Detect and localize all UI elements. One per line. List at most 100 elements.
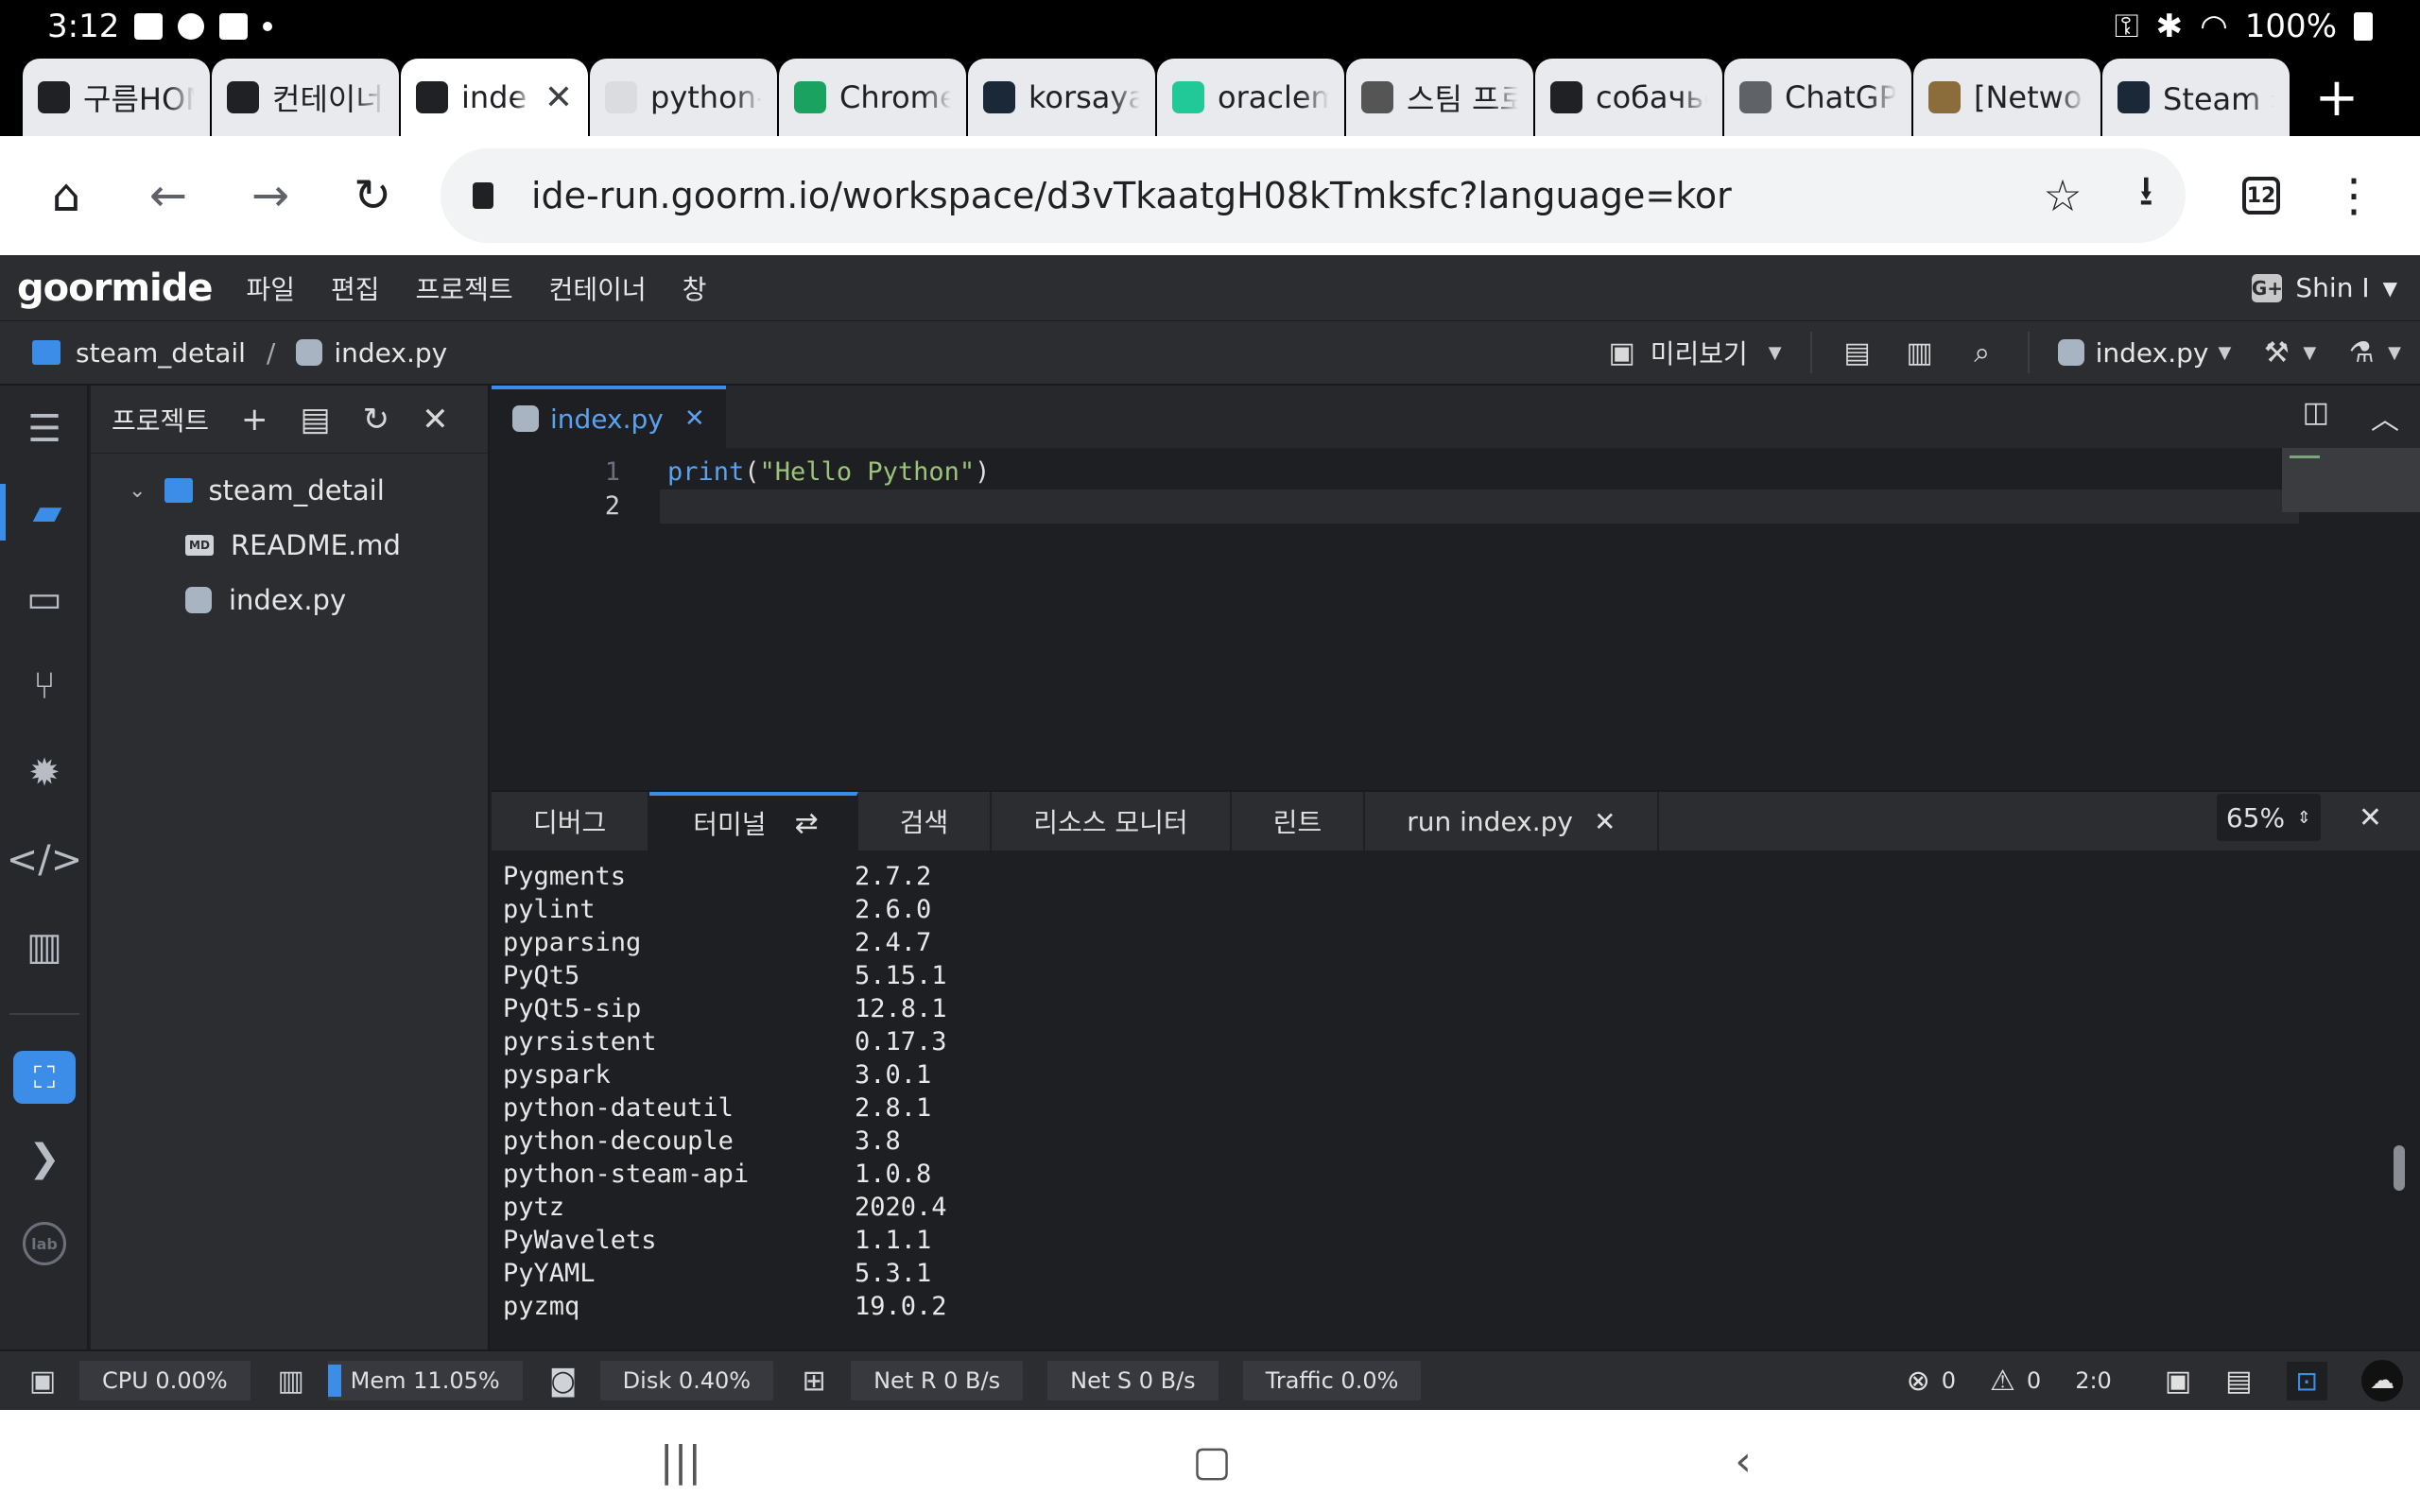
terminal-output[interactable]: Pygments 2.7.2 pylint 2.6.0 pyparsing 2.4.7 Py…: [492, 850, 2420, 1349]
search-icon[interactable]: ⌕: [1965, 335, 1999, 369]
close-icon[interactable]: ✕: [1594, 806, 1616, 837]
forward-icon[interactable]: →: [233, 158, 308, 233]
net-receive[interactable]: Net R 0 B/s: [851, 1361, 1024, 1400]
fullscreen-icon[interactable]: ⛶: [13, 1051, 76, 1104]
project-explorer-icon[interactable]: ▰: [0, 484, 89, 541]
error-count[interactable]: ⊗ 0: [1907, 1365, 1956, 1398]
code-icon[interactable]: </>: [0, 832, 89, 888]
test-button[interactable]: ⚗ ▼: [2344, 335, 2401, 369]
back-icon[interactable]: ←: [130, 158, 206, 233]
disk-usage[interactable]: Disk 0.40%: [599, 1361, 774, 1400]
close-panel-icon[interactable]: ✕: [2359, 801, 2382, 834]
tab-run-index-py[interactable]: run index.py ✕: [1365, 792, 1660, 850]
tree-file-row[interactable]: MD README.md: [91, 518, 488, 573]
collapse-icon[interactable]: ▤: [301, 401, 331, 438]
preview-button[interactable]: ▣ 미리보기 ▼: [1605, 334, 1782, 371]
browser-tab[interactable]: Chrome: [779, 59, 966, 136]
code-editor[interactable]: 1 2 print("Hello Python"): [492, 448, 2420, 790]
hamburger-menu-icon[interactable]: ☰: [0, 401, 89, 457]
cursor-position[interactable]: 2:0: [2075, 1367, 2112, 1394]
menu-window[interactable]: 창: [683, 269, 707, 307]
menu-container[interactable]: 컨테이너: [549, 269, 647, 307]
close-icon[interactable]: ✕: [684, 404, 705, 433]
chat-icon[interactable]: ▤: [2225, 1365, 2252, 1398]
download-icon[interactable]: ⭳: [2139, 161, 2153, 232]
run-target-select[interactable]: index.py ▼: [2057, 337, 2231, 369]
browser-tab-label: python-s: [650, 79, 762, 115]
package-name: pyzmq: [503, 1292, 580, 1321]
browser-tab[interactable]: ChatGPT: [1724, 59, 1911, 136]
editor-tab[interactable]: index.py ✕: [492, 386, 726, 448]
back-nav-icon[interactable]: ‹: [1715, 1435, 1772, 1487]
stepper-icon: ⇕: [2296, 807, 2311, 828]
menu-file[interactable]: 파일: [246, 269, 295, 307]
tab-debugger[interactable]: 디버그: [492, 792, 650, 850]
browser-tab[interactable]: собачье: [1535, 59, 1722, 136]
browser-tab-label: [Networ: [1974, 79, 2085, 115]
browser-tab[interactable]: python-s: [590, 59, 777, 136]
package-version: 5.15.1: [855, 961, 947, 990]
memory-usage[interactable]: Mem 11.05%: [327, 1361, 523, 1400]
scrollbar-thumb[interactable]: [2394, 1145, 2405, 1191]
tab-switcher-button[interactable]: 12: [2223, 158, 2299, 233]
build-button[interactable]: ⚒ ▼: [2259, 335, 2316, 369]
terminal-line: pyspark 3.0.1: [503, 1058, 2409, 1091]
browser-tab[interactable]: 스팀 프로: [1346, 59, 1533, 136]
save-all-icon[interactable]: ▥: [1903, 335, 1937, 369]
terminal-line: PyQt5-sip 12.8.1: [503, 992, 2409, 1025]
browser-tab[interactable]: korsaya: [968, 59, 1155, 136]
address-bar[interactable]: ide-run.goorm.io/workspace/d3vTkaatgH08k…: [441, 148, 2186, 243]
chevron-up-icon[interactable]: ︿: [2371, 396, 2399, 438]
reload-icon[interactable]: ↻: [335, 158, 410, 233]
cloud-icon[interactable]: ☁: [2361, 1360, 2403, 1401]
new-tab-button[interactable]: +: [2299, 59, 2375, 136]
recent-apps-icon[interactable]: |||: [652, 1435, 709, 1487]
lab-button[interactable]: lab: [0, 1215, 89, 1272]
library-icon[interactable]: ▥: [0, 919, 89, 975]
tab-search[interactable]: 검색: [858, 792, 993, 850]
menu-edit[interactable]: 편집: [331, 269, 380, 307]
package-version: 2.6.0: [855, 895, 932, 924]
breadcrumb-folder[interactable]: steam_detail: [76, 337, 246, 369]
close-icon[interactable]: ✕: [422, 401, 449, 438]
url-text[interactable]: ide-run.goorm.io/workspace/d3vTkaatgH08k…: [531, 175, 2043, 216]
browser-tab[interactable]: [Networ: [1913, 59, 2100, 136]
browser-tab[interactable]: inde ✕: [401, 59, 588, 136]
menu-project[interactable]: 프로젝트: [416, 269, 513, 307]
browser-tab[interactable]: 구름HOM: [23, 59, 210, 136]
close-tab-icon[interactable]: ✕: [544, 78, 573, 117]
add-icon[interactable]: +: [241, 401, 268, 438]
browser-tab[interactable]: oraclem: [1157, 59, 1344, 136]
tree-file-row[interactable]: index.py: [91, 573, 488, 627]
refresh-icon[interactable]: ↻: [363, 401, 390, 438]
save-icon[interactable]: ▤: [1841, 335, 1875, 369]
tab-lint[interactable]: 린트: [1232, 792, 1366, 850]
home-nav-icon[interactable]: ▢: [1184, 1435, 1240, 1487]
tab-resource-monitor[interactable]: 리소스 모니터: [992, 792, 1232, 850]
browser-menu-icon[interactable]: ⋮: [2316, 158, 2392, 233]
net-send[interactable]: Net S 0 B/s: [1047, 1361, 1219, 1400]
browser-tab[interactable]: Steam 커: [2102, 59, 2290, 136]
home-icon[interactable]: ⌂: [28, 158, 104, 233]
cpu-usage[interactable]: CPU 0.00%: [79, 1361, 251, 1400]
browser-tab[interactable]: 컨테이너: [212, 59, 399, 136]
split-view-icon[interactable]: ◫: [2303, 396, 2329, 438]
warning-count[interactable]: ⚠ 0: [1990, 1365, 2041, 1398]
tab-terminal[interactable]: 터미널 ⇄: [649, 792, 858, 850]
refresh-icon[interactable]: ⇄: [795, 807, 819, 840]
vscode-icon[interactable]: ❯: [0, 1130, 89, 1187]
zoom-select[interactable]: 65% ⇕: [2216, 794, 2321, 841]
goormide-logo: goormide: [17, 266, 213, 310]
debug-bug-icon[interactable]: ✹: [0, 745, 89, 801]
traffic-usage[interactable]: Traffic 0.0%: [1242, 1361, 1422, 1400]
git-branch-icon[interactable]: ⑂: [0, 658, 89, 714]
bookmark-star-icon[interactable]: ☆: [2043, 170, 2082, 221]
layout-icon[interactable]: ▣: [2165, 1365, 2191, 1398]
window-icon[interactable]: ▭: [0, 571, 89, 627]
tree-folder-row[interactable]: ⌄ steam_detail: [91, 463, 488, 518]
breadcrumb-file[interactable]: index.py: [334, 337, 447, 369]
minimap[interactable]: [2282, 448, 2420, 512]
terminal-toggle-icon[interactable]: ⊡: [2286, 1361, 2327, 1400]
user-menu[interactable]: G+ Shin I ▼: [2252, 272, 2397, 303]
battery-text: 100%: [2244, 8, 2337, 45]
